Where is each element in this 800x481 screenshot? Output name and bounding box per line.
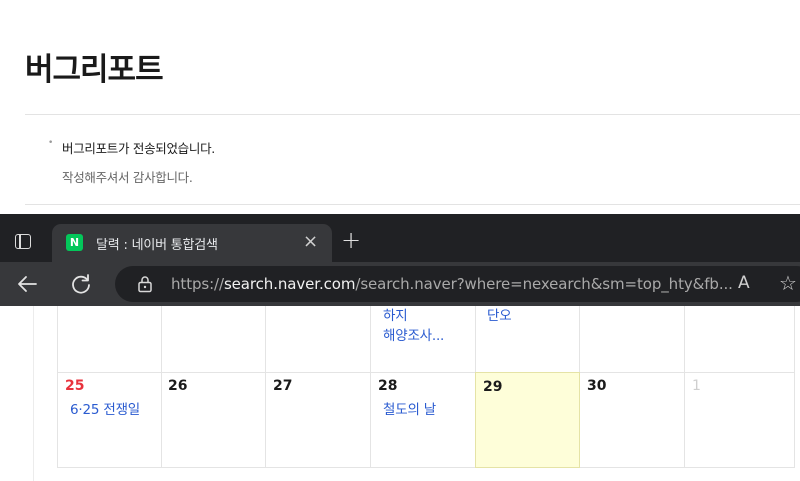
calendar-cell[interactable] (685, 306, 795, 373)
day-number: 26 (168, 378, 188, 394)
calendar-cell[interactable] (266, 306, 371, 373)
arrow-left-icon (18, 276, 37, 292)
bug-report-page: 버그리포트 • 버그리포트가 전송되었습니다. 작성해주셔서 감사합니다. (0, 0, 800, 214)
calendar-cell[interactable]: 30 (580, 372, 685, 468)
calendar-cell-today[interactable]: 29 (475, 372, 580, 468)
day-number: 1 (692, 378, 701, 394)
tab-title: 달력 : 네이버 통합검색 (96, 238, 218, 253)
url-host: search.naver.com (223, 275, 356, 293)
tab-bar: N 달력 : 네이버 통합검색 × + (0, 214, 800, 262)
calendar-event[interactable]: 철도의 날 (383, 400, 436, 420)
day-number: 28 (378, 378, 398, 394)
calendar-cell[interactable]: 27 (266, 372, 371, 468)
calendar-cell[interactable]: 하지 해양조사... (371, 306, 476, 373)
day-number: 27 (273, 378, 293, 394)
calendar-event[interactable]: 6·25 전쟁일 (70, 400, 140, 420)
read-aloud-icon[interactable]: A (738, 273, 750, 293)
day-number: 29 (483, 379, 503, 395)
calendar-event[interactable]: 단오 (487, 306, 512, 326)
address-bar[interactable]: https://search.naver.com/search.naver?wh… (115, 266, 800, 302)
calendar-cell[interactable]: 26 (161, 372, 266, 468)
page-viewport: 하지 해양조사... 단오 25 6·25 전쟁일 26 27 28 철도의 날 29 30 1 (0, 306, 800, 481)
back-button[interactable] (14, 271, 42, 297)
calendar-cell[interactable] (580, 306, 685, 373)
calendar-event[interactable]: 해양조사... (383, 326, 444, 346)
calendar-cell[interactable]: 25 6·25 전쟁일 (57, 372, 162, 468)
url-text: https://search.naver.com/search.naver?wh… (171, 275, 733, 293)
calendar-cell[interactable] (57, 306, 162, 373)
url-scheme: https:// (171, 275, 224, 293)
new-tab-button[interactable]: + (341, 227, 361, 253)
tab-naver-calendar[interactable]: N 달력 : 네이버 통합검색 × (52, 224, 332, 262)
close-icon[interactable]: × (303, 231, 318, 253)
day-number: 25 (65, 378, 85, 394)
calendar-event[interactable]: 하지 (383, 306, 408, 326)
reload-button[interactable] (67, 271, 95, 297)
report-sent-message: 버그리포트가 전송되었습니다. (62, 141, 215, 156)
divider (25, 204, 800, 205)
calendar-cell[interactable]: 1 (685, 372, 795, 468)
naver-favicon-icon: N (66, 234, 83, 251)
bullet-dot: • (48, 138, 54, 148)
tab-actions-icon[interactable] (14, 232, 34, 250)
page-left-border (33, 306, 34, 481)
star-icon[interactable]: ☆ (779, 271, 797, 295)
navigation-toolbar: https://search.naver.com/search.naver?wh… (0, 262, 800, 306)
calendar-grid: 하지 해양조사... 단오 25 6·25 전쟁일 26 27 28 철도의 날 29 30 1 (57, 306, 800, 472)
lock-icon[interactable] (137, 275, 153, 293)
url-path: /search.naver?where=nexearch&sm=top_hty&… (355, 275, 733, 293)
divider (25, 114, 800, 115)
calendar-cell[interactable]: 28 철도의 날 (371, 372, 476, 468)
report-thanks-message: 작성해주셔서 감사합니다. (62, 170, 193, 185)
reload-icon (72, 274, 90, 294)
day-number: 30 (587, 378, 607, 394)
page-title: 버그리포트 (25, 52, 164, 88)
browser-window: N 달력 : 네이버 통합검색 × + https://search.naver… (0, 214, 800, 481)
calendar-cell[interactable] (161, 306, 266, 373)
calendar-cell[interactable]: 단오 (475, 306, 580, 373)
